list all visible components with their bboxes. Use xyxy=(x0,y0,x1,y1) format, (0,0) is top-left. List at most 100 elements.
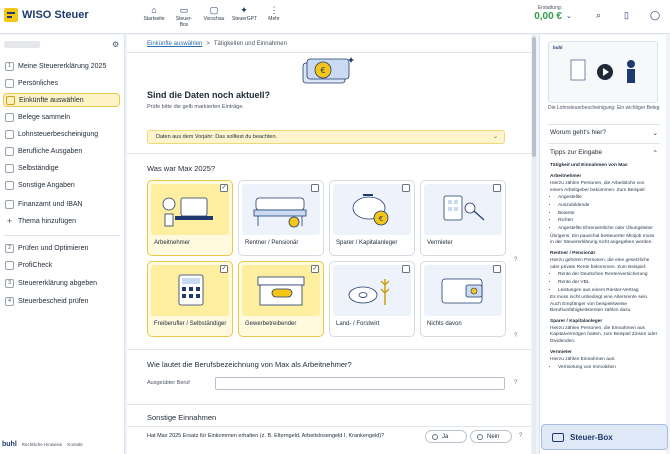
card-arbeitnehmer[interactable]: ✓ Arbeitnehmer xyxy=(147,180,233,256)
wiso-logo-icon xyxy=(4,8,18,22)
landwirt-illustration xyxy=(333,265,411,316)
card-nichts-davon[interactable]: Nichts davon xyxy=(420,261,506,337)
bookmark-icon[interactable]: ▯ xyxy=(624,10,629,21)
vermieter-list: Vermietung von Immobilien xyxy=(558,365,658,371)
sidebar-item-thema-hinzufuegen[interactable]: + Thema hinzufügen xyxy=(3,214,120,228)
arbeitnehmer-checkbox[interactable]: ✓ xyxy=(220,184,228,192)
sidebar-item-pruefen-optimieren[interactable]: 2 Prüfen und Optimieren xyxy=(3,241,120,255)
box-icon: ▭ xyxy=(179,5,189,15)
question-occupation: Was war Max 2025? xyxy=(147,164,216,173)
video-caption: Die Lohnsteuerbescheinigung: Ein wichtig… xyxy=(548,105,660,111)
checkbox-icon xyxy=(5,180,14,190)
card-vermieter[interactable]: Vermieter xyxy=(420,180,506,256)
question-job-title: Wie lautet die Berufsbezeichnung von Max… xyxy=(147,360,352,369)
job-input[interactable] xyxy=(215,377,505,390)
freiberufler-illustration xyxy=(151,265,229,316)
checkbox-icon xyxy=(5,260,14,270)
app-logo[interactable]: WISO Steuer xyxy=(4,8,89,22)
freiberufler-checkbox[interactable]: ✓ xyxy=(220,265,228,273)
divider xyxy=(127,426,531,427)
vermieter-checkbox[interactable] xyxy=(493,184,501,192)
question-income-replacement: Hat Max 2025 Ersatz für Einkommen erhalt… xyxy=(147,433,385,439)
checkbox-icon xyxy=(5,199,14,209)
nav-steuer-box[interactable]: ▭ Steuer-Box xyxy=(172,4,196,28)
chevron-down-icon[interactable]: ⌄ xyxy=(566,12,572,20)
scrollbar-thumb[interactable] xyxy=(532,37,536,157)
card-rentner[interactable]: Rentner / Pensionär xyxy=(238,180,324,256)
sidebar-item-belege-sammeln[interactable]: Belege sammeln xyxy=(3,110,120,124)
legal-link[interactable]: Rechtliche Hinweise xyxy=(22,442,63,447)
sidebar-item-berufliche-ausgaben[interactable]: Berufliche Ausgaben xyxy=(3,144,120,158)
chevron-up-icon: ⌃ xyxy=(652,150,658,157)
sidebar-item-steuererklaerung-abgeben[interactable]: 3 Steuererklärung abgeben xyxy=(3,276,120,290)
divider xyxy=(127,349,531,350)
accordion-tipps[interactable]: Tipps zur Eingabe ⌃ xyxy=(550,149,658,157)
nav-startseite[interactable]: ⌂ Startseite xyxy=(142,4,166,28)
vermieter-illustration xyxy=(424,184,502,235)
previous-year-note[interactable]: Daten aus dem Vorjahr: Das solltest du b… xyxy=(147,130,505,144)
yes-radio[interactable]: Ja xyxy=(425,430,467,443)
refund-display[interactable]: Erstattung: 0,00 € xyxy=(532,5,562,22)
card-gewerbetreibender[interactable]: ✓ Gewerbetreibender xyxy=(238,261,324,337)
sidebar-item-finanzamt-iban[interactable]: Finanzamt und IBAN xyxy=(3,197,120,211)
section-sonstige-einnahmen: Sonstige Einnahmen xyxy=(147,413,217,422)
top-bar: WISO Steuer ⌂ Startseite ▭ Steuer-Box ▢ Vor… xyxy=(0,0,670,34)
sparer-illustration: € xyxy=(333,184,411,235)
breadcrumb-link[interactable]: Einkünfte auswählen xyxy=(147,41,202,47)
help-panel: buhl Die Lohnsteuerbescheinigung: Ein wi… xyxy=(539,35,666,454)
radio-icon xyxy=(432,433,438,440)
sidebar-item-meine-steuererklaerung[interactable]: 1 Meine Steuererklärung 2025 xyxy=(3,59,120,73)
gear-icon[interactable]: ⚙ xyxy=(112,40,119,49)
svg-text:€: € xyxy=(379,215,383,223)
checkbox-icon xyxy=(6,95,15,105)
gewerbetreibender-illustration xyxy=(242,265,320,316)
sidebar-item-sonstige-angaben[interactable]: Sonstige Angaben xyxy=(3,178,120,192)
divider xyxy=(127,404,531,405)
sidebar-item-selbstaendige[interactable]: Selbständige xyxy=(3,161,120,175)
card-sparer[interactable]: € Sparer / Kapitalanleger xyxy=(329,180,415,256)
rentner-checkbox[interactable] xyxy=(311,184,319,192)
play-icon[interactable] xyxy=(597,64,613,80)
nav-steuergpt[interactable]: ✦ SteuerGPT xyxy=(232,4,257,28)
breadcrumb-current: Tätigkeiten und Einnahmen xyxy=(213,41,287,47)
sparer-checkbox[interactable] xyxy=(402,184,410,192)
sidebar-item-persoenliches[interactable]: Persönliches xyxy=(3,76,120,90)
card-freiberufler[interactable]: ✓ Freiberufler / Selbständiger xyxy=(147,261,233,337)
main-scrollbar[interactable] xyxy=(532,35,536,454)
sidebar-item-steuerbescheid-pruefen[interactable]: 4 Steuerbescheid prüfen xyxy=(3,294,120,308)
sidebar-item-lohnsteuerbescheinigung[interactable]: Lohnsteuerbescheinigung xyxy=(3,127,120,141)
nav-mehr[interactable]: ⋮ Mehr xyxy=(262,4,286,28)
app-name: WISO Steuer xyxy=(22,9,89,21)
gewerbetreibender-checkbox[interactable]: ✓ xyxy=(311,265,319,273)
search-icon[interactable]: ⌕ xyxy=(596,10,601,21)
nichts-davon-checkbox[interactable] xyxy=(493,265,501,273)
landwirt-checkbox[interactable] xyxy=(402,265,410,273)
checkbox-icon xyxy=(5,163,14,173)
svg-text:€: € xyxy=(320,66,325,75)
tips-content: Tätigkeit und Einnahmen von Max Arbeitne… xyxy=(550,163,658,372)
steuer-box-button[interactable]: Steuer-Box xyxy=(541,424,668,450)
sidebar-item-proficheck[interactable]: ProfiCheck xyxy=(3,258,120,272)
divider xyxy=(548,143,660,144)
sidebar-footer: buhl Rechtliche Hinweise Kontakt xyxy=(0,434,125,454)
nav-vorschau[interactable]: ▢ Vorschau xyxy=(202,4,226,28)
accordion-worum[interactable]: Worum geht's hier? ⌄ xyxy=(550,129,658,137)
sidebar: ⚙ 1 Meine Steuererklärung 2025 Persönlich… xyxy=(0,35,125,454)
card-landwirt[interactable]: Land- / Forstwirt xyxy=(329,261,415,337)
page-subtitle: Prüfe bitte die gelb markierten Einträge… xyxy=(147,104,244,110)
video-thumbnail[interactable]: buhl xyxy=(548,41,658,103)
no-radio[interactable]: Nein xyxy=(470,430,512,443)
refund-value: 0,00 € xyxy=(534,11,562,22)
help-icon[interactable]: ? xyxy=(519,433,522,439)
help-icon[interactable]: ? xyxy=(514,257,517,263)
sidebar-item-einkuenfte-auswaehlen[interactable]: Einkünfte auswählen xyxy=(3,93,120,107)
checkbox-icon xyxy=(5,78,14,88)
radio-icon xyxy=(477,433,483,440)
main-content: Einkünfte auswählen > Tätigkeiten und Ei… xyxy=(127,35,531,454)
help-icon[interactable]: ? xyxy=(514,380,517,386)
contact-link[interactable]: Kontakt xyxy=(67,442,82,447)
chevron-down-icon: ⌄ xyxy=(652,130,658,137)
user-name-placeholder xyxy=(4,41,40,48)
user-icon[interactable]: ◯ xyxy=(650,10,660,21)
help-icon[interactable]: ? xyxy=(514,333,517,339)
